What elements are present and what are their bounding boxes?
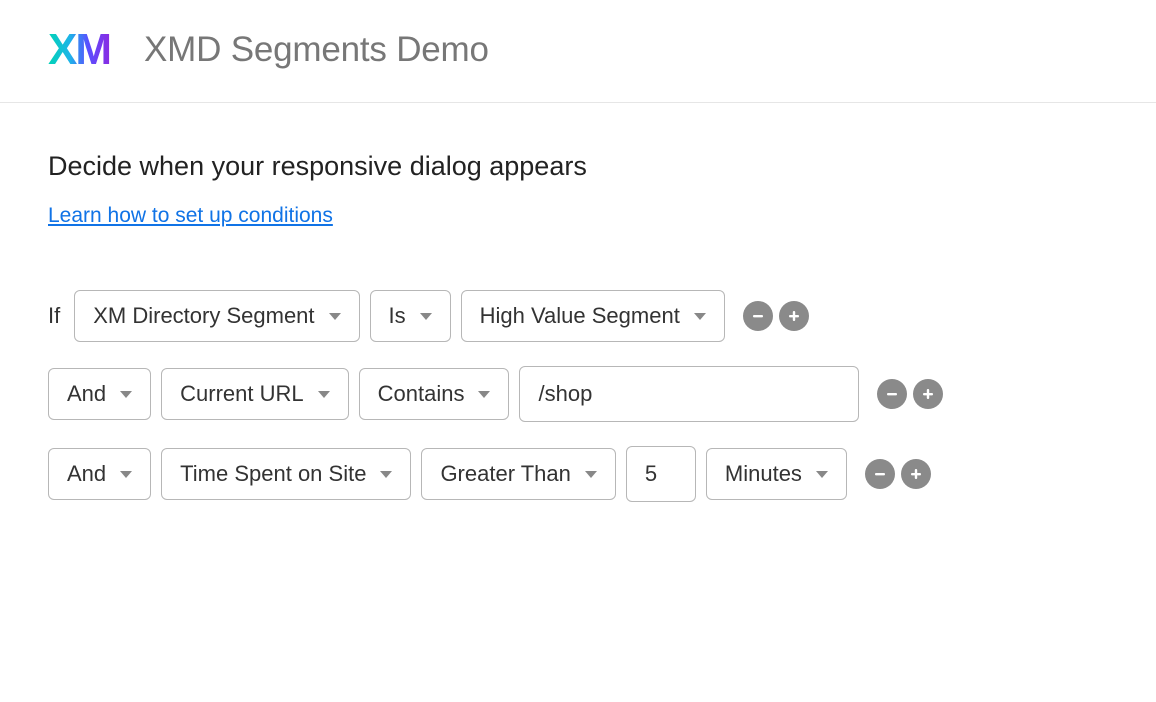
conjunction-selector-label: And — [67, 463, 106, 485]
minus-icon — [885, 387, 899, 401]
conjunction-selector[interactable]: And — [48, 448, 151, 500]
app-header: XM XMD Segments Demo — [0, 0, 1156, 103]
add-condition-button[interactable] — [779, 301, 809, 331]
chevron-down-icon — [120, 471, 132, 478]
value-selector[interactable]: High Value Segment — [461, 290, 725, 342]
chevron-down-icon — [420, 313, 432, 320]
operator-selector[interactable]: Greater Than — [421, 448, 615, 500]
row-actions — [743, 301, 809, 331]
conjunction-selector-label: And — [67, 383, 106, 405]
remove-condition-button[interactable] — [743, 301, 773, 331]
field-selector[interactable]: Time Spent on Site — [161, 448, 411, 500]
plus-icon — [787, 309, 801, 323]
chevron-down-icon — [694, 313, 706, 320]
section-heading: Decide when your responsive dialog appea… — [48, 151, 1108, 182]
remove-condition-button[interactable] — [877, 379, 907, 409]
condition-row: And Current URL Contains — [48, 366, 1108, 422]
value-selector-label: High Value Segment — [480, 305, 680, 327]
chevron-down-icon — [120, 391, 132, 398]
plus-icon — [921, 387, 935, 401]
row-actions — [877, 379, 943, 409]
operator-selector-label: Contains — [378, 383, 465, 405]
chevron-down-icon — [585, 471, 597, 478]
field-selector[interactable]: Current URL — [161, 368, 348, 420]
field-selector-label: XM Directory Segment — [93, 305, 314, 327]
help-link[interactable]: Learn how to set up conditions — [48, 204, 333, 228]
page-title: XMD Segments Demo — [144, 30, 489, 70]
field-selector-label: Current URL — [180, 383, 303, 405]
unit-selector[interactable]: Minutes — [706, 448, 847, 500]
unit-selector-label: Minutes — [725, 463, 802, 485]
field-selector-label: Time Spent on Site — [180, 463, 366, 485]
remove-condition-button[interactable] — [865, 459, 895, 489]
add-condition-button[interactable] — [901, 459, 931, 489]
chevron-down-icon — [816, 471, 828, 478]
chevron-down-icon — [478, 391, 490, 398]
xm-logo: XM — [48, 28, 110, 72]
add-condition-button[interactable] — [913, 379, 943, 409]
chevron-down-icon — [318, 391, 330, 398]
if-label: If — [48, 303, 60, 329]
field-selector[interactable]: XM Directory Segment — [74, 290, 359, 342]
minus-icon — [751, 309, 765, 323]
chevron-down-icon — [380, 471, 392, 478]
value-input[interactable] — [626, 446, 696, 502]
operator-selector[interactable]: Contains — [359, 368, 510, 420]
conjunction-selector[interactable]: And — [48, 368, 151, 420]
value-input[interactable] — [519, 366, 859, 422]
condition-row: And Time Spent on Site Greater Than Minu… — [48, 446, 1108, 502]
plus-icon — [909, 467, 923, 481]
chevron-down-icon — [329, 313, 341, 320]
content-area: Decide when your responsive dialog appea… — [0, 103, 1156, 502]
condition-row: If XM Directory Segment Is High Value Se… — [48, 290, 1108, 342]
operator-selector-label: Is — [389, 305, 406, 327]
operator-selector-label: Greater Than — [440, 463, 570, 485]
minus-icon — [873, 467, 887, 481]
row-actions — [865, 459, 931, 489]
operator-selector[interactable]: Is — [370, 290, 451, 342]
